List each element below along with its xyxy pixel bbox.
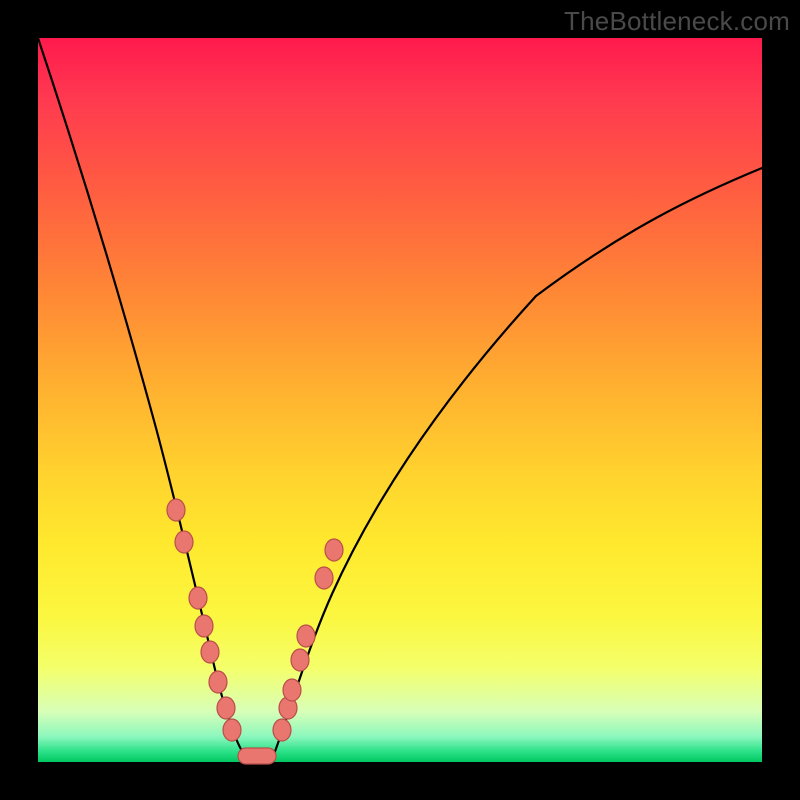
plot-area xyxy=(38,38,762,762)
chart-svg xyxy=(38,38,762,762)
marker-dot xyxy=(195,615,213,637)
marker-dot xyxy=(209,671,227,693)
marker-dot xyxy=(189,587,207,609)
marker-dot xyxy=(167,499,185,521)
marker-dot xyxy=(297,625,315,647)
marker-dot xyxy=(291,649,309,671)
marker-floor-pill xyxy=(238,748,276,764)
marker-dot xyxy=(175,531,193,553)
marker-dot xyxy=(273,719,291,741)
curve-right-branch xyxy=(274,168,762,754)
outer-frame: TheBottleneck.com xyxy=(0,0,800,800)
marker-dot xyxy=(315,567,333,589)
marker-dot xyxy=(217,697,235,719)
marker-dot xyxy=(283,679,301,701)
marker-dot xyxy=(201,641,219,663)
watermark-text: TheBottleneck.com xyxy=(564,6,790,37)
marker-dot xyxy=(325,539,343,561)
marker-dot xyxy=(223,719,241,741)
